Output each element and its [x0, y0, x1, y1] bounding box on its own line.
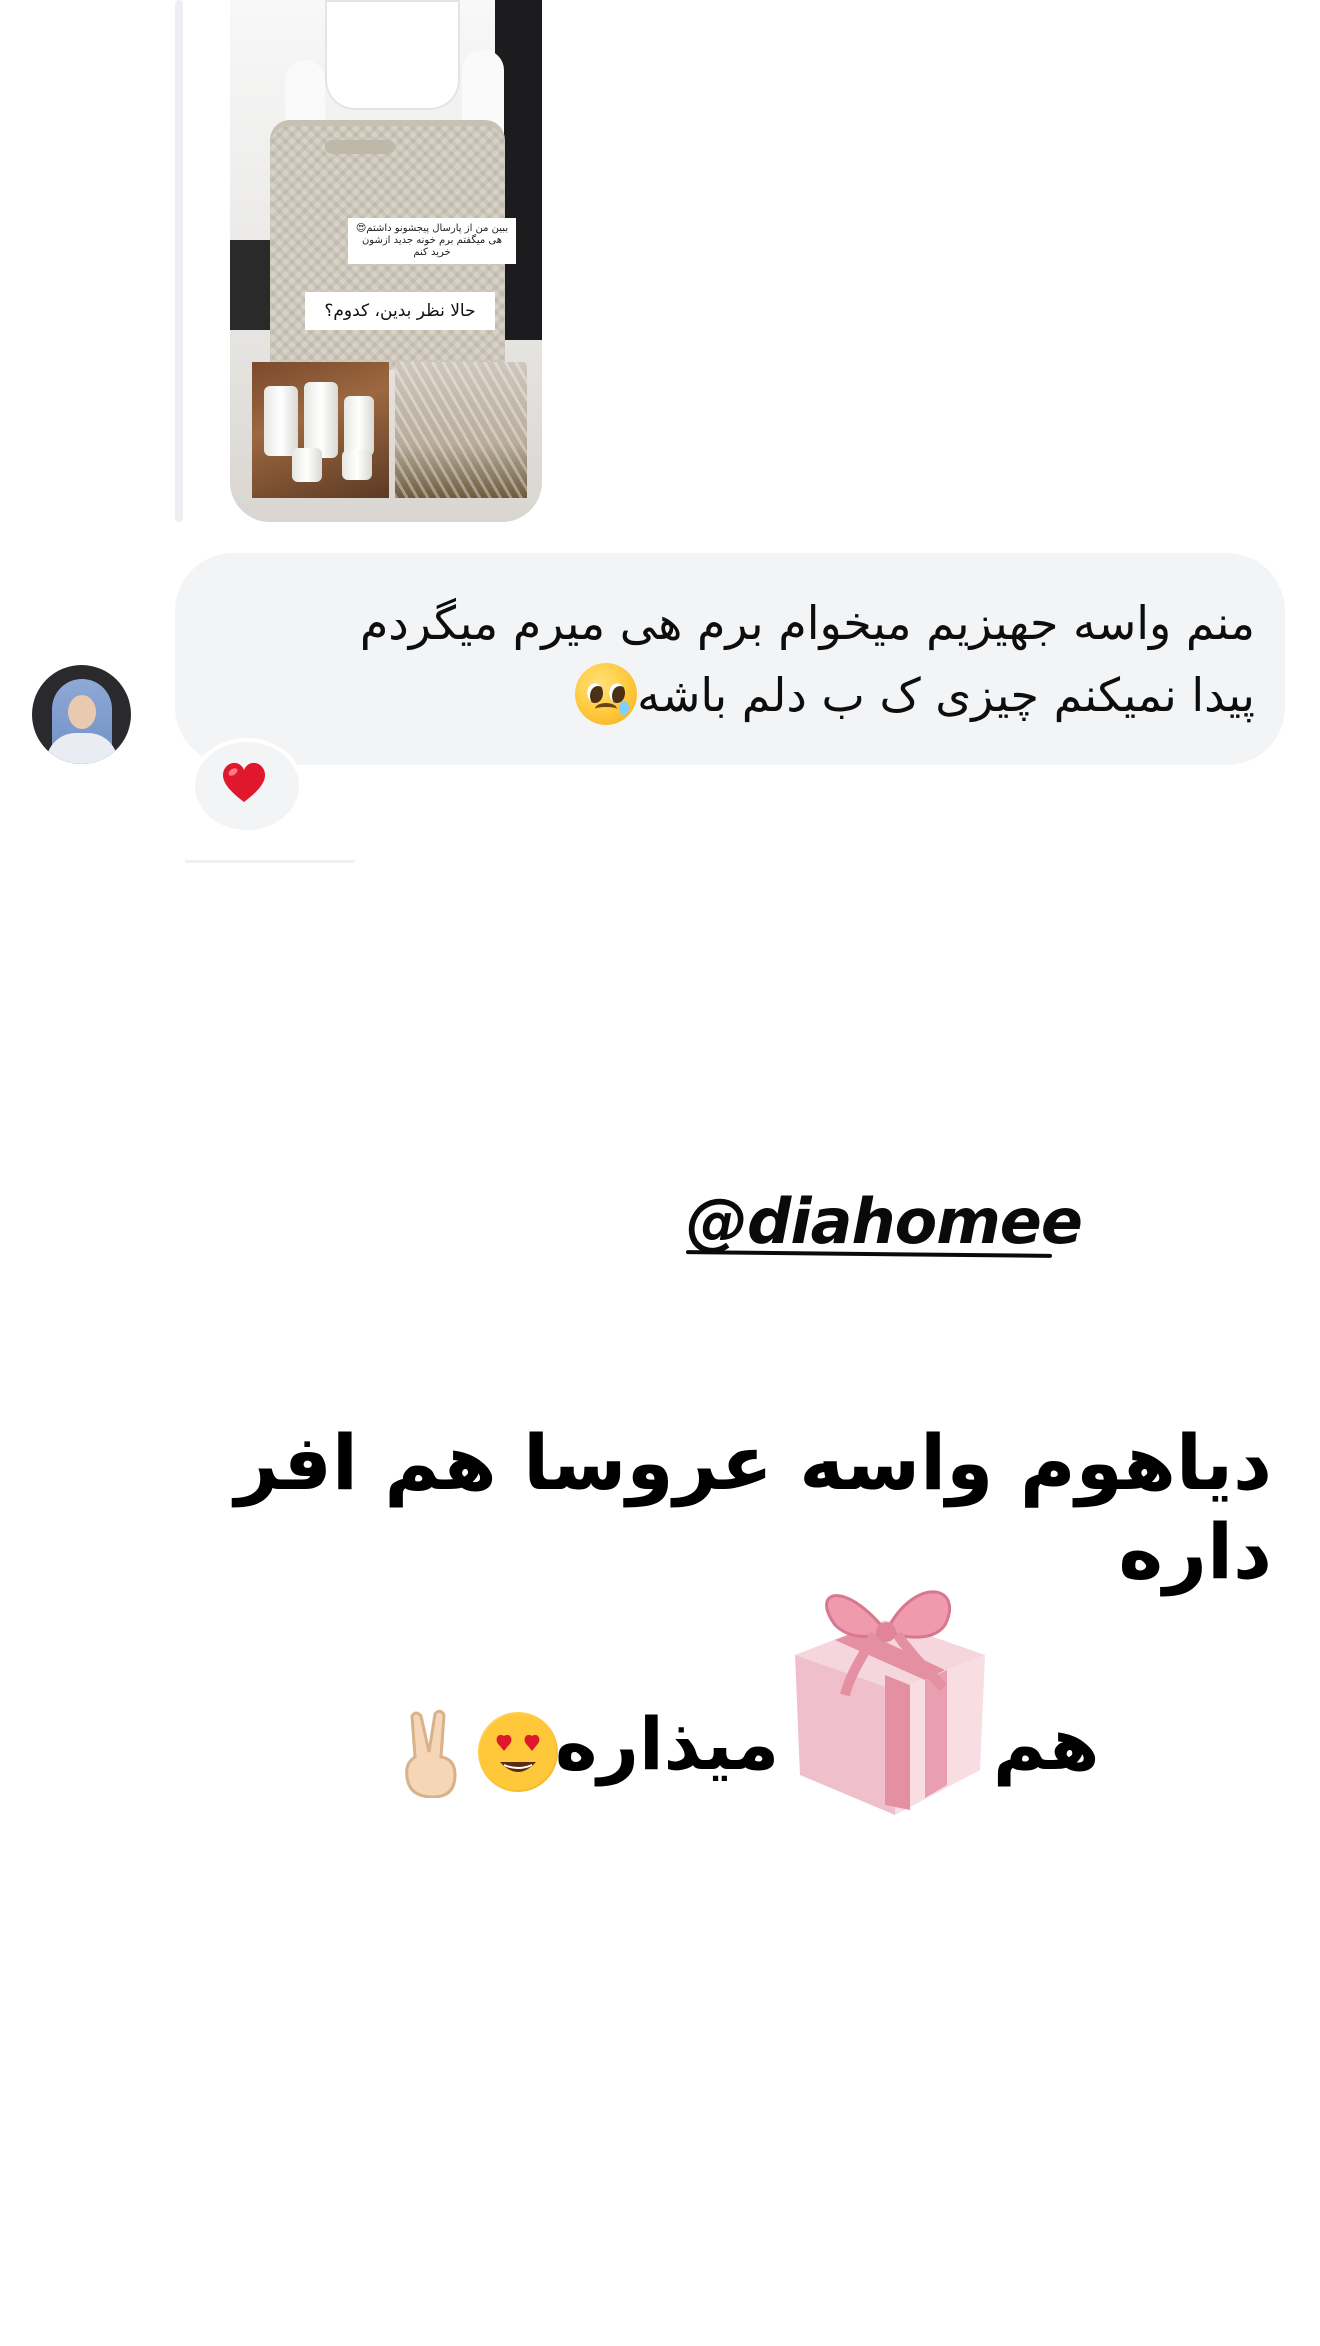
message-line-1: منم واسه جهیزیم میخوام برم هی میرم میگرد…	[359, 596, 1255, 650]
story-white-coat	[325, 0, 460, 110]
avatar[interactable]	[32, 665, 131, 764]
story-photo-crystal-jars	[395, 362, 527, 498]
heart-eyes-icon	[478, 1712, 558, 1792]
story-caption-small: ببین من از پارسال پیجشونو داشتم😍 هی میگف…	[348, 218, 516, 264]
reply-indicator-line	[175, 0, 183, 522]
line2-end: میذاره	[555, 1702, 780, 1786]
headline: دیاهوم واسه عروسا هم افر داره	[234, 1418, 1272, 1596]
victory-hand-icon	[405, 1709, 457, 1798]
avatar-face	[68, 695, 96, 729]
pleading-face-icon	[575, 663, 638, 725]
mention-handle[interactable]: @diahomee	[686, 1185, 1083, 1258]
story-caption-question: حالا نظر بدین، کدوم؟	[305, 292, 495, 330]
shared-story-card[interactable]: ببین من از پارسال پیجشونو داشتم😍 هی میگف…	[230, 0, 542, 522]
red-heart-icon	[222, 762, 266, 802]
message-text: منم واسه جهیزیم میخوام برم هی میرم میگرد…	[215, 587, 1255, 731]
gift-box-icon	[795, 1590, 985, 1815]
divider	[185, 860, 355, 863]
message-line-2-row: پیدا نمیکنم چیزی ک ب دلم باشه	[215, 659, 1255, 731]
line2-start: هم	[993, 1702, 1100, 1786]
message-line-2: پیدا نمیکنم چیزی ک ب دلم باشه	[637, 668, 1255, 722]
story-basket-handle	[325, 140, 395, 154]
story-photo-ceramic-jars	[252, 362, 389, 498]
